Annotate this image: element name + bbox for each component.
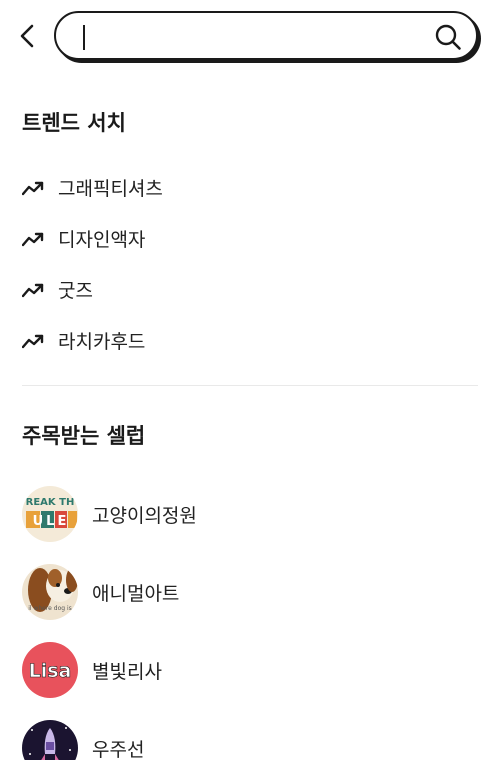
trending-item-label: 굿즈 — [58, 280, 93, 302]
avatar: Lisa — [22, 642, 78, 698]
back-button[interactable] — [12, 20, 44, 52]
trending-item[interactable]: 굿즈 — [22, 264, 482, 315]
avatar-text-top: REAK TH — [26, 497, 75, 508]
celeb-list: REAK TH ULE 고양이의정원 il where dog is 애니멀아트… — [22, 475, 482, 760]
search-icon[interactable] — [434, 23, 462, 51]
search-screen: 트렌드 서치 그래픽티셔츠 디자인액자 굿즈 라치카후드 주목받는 셀럽 REA… — [0, 0, 500, 760]
trending-up-icon — [22, 283, 44, 297]
avatar — [22, 720, 78, 760]
text-caret — [83, 25, 85, 50]
trending-up-icon — [22, 232, 44, 246]
celeb-item[interactable]: REAK TH ULE 고양이의정원 — [22, 475, 482, 553]
celeb-item[interactable]: Lisa 별빛리사 — [22, 631, 482, 709]
avatar-text: Lisa — [29, 660, 72, 682]
trending-section-title: 트렌드 서치 — [22, 111, 126, 135]
trending-item[interactable]: 라치카후드 — [22, 315, 482, 366]
celeb-name: 고양이의정원 — [92, 504, 197, 527]
chevron-left-icon — [20, 24, 34, 48]
celeb-name: 우주선 — [92, 738, 145, 760]
section-divider — [22, 385, 478, 386]
avatar: il where dog is — [22, 564, 78, 620]
celeb-item[interactable]: il where dog is 애니멀아트 — [22, 553, 482, 631]
celeb-name: 별빛리사 — [92, 660, 162, 683]
celeb-name: 애니멀아트 — [92, 582, 180, 605]
trending-item-label: 라치카후드 — [58, 331, 146, 353]
avatar: REAK TH ULE — [22, 486, 78, 542]
celeb-section-title: 주목받는 셀럽 — [22, 424, 146, 448]
trending-item[interactable]: 그래픽티셔츠 — [22, 162, 482, 213]
search-input[interactable] — [74, 21, 414, 51]
trending-list: 그래픽티셔츠 디자인액자 굿즈 라치카후드 — [22, 162, 482, 366]
trending-item-label: 디자인액자 — [58, 229, 146, 251]
trending-item[interactable]: 디자인액자 — [22, 213, 482, 264]
trending-up-icon — [22, 334, 44, 348]
celeb-item[interactable]: 우주선 — [22, 709, 482, 760]
avatar-text: il where dog is — [28, 605, 72, 612]
trending-item-label: 그래픽티셔츠 — [58, 178, 163, 200]
trending-up-icon — [22, 181, 44, 195]
search-header — [0, 0, 500, 74]
search-box[interactable] — [54, 11, 478, 60]
avatar-text-bottom: ULE — [33, 514, 70, 529]
